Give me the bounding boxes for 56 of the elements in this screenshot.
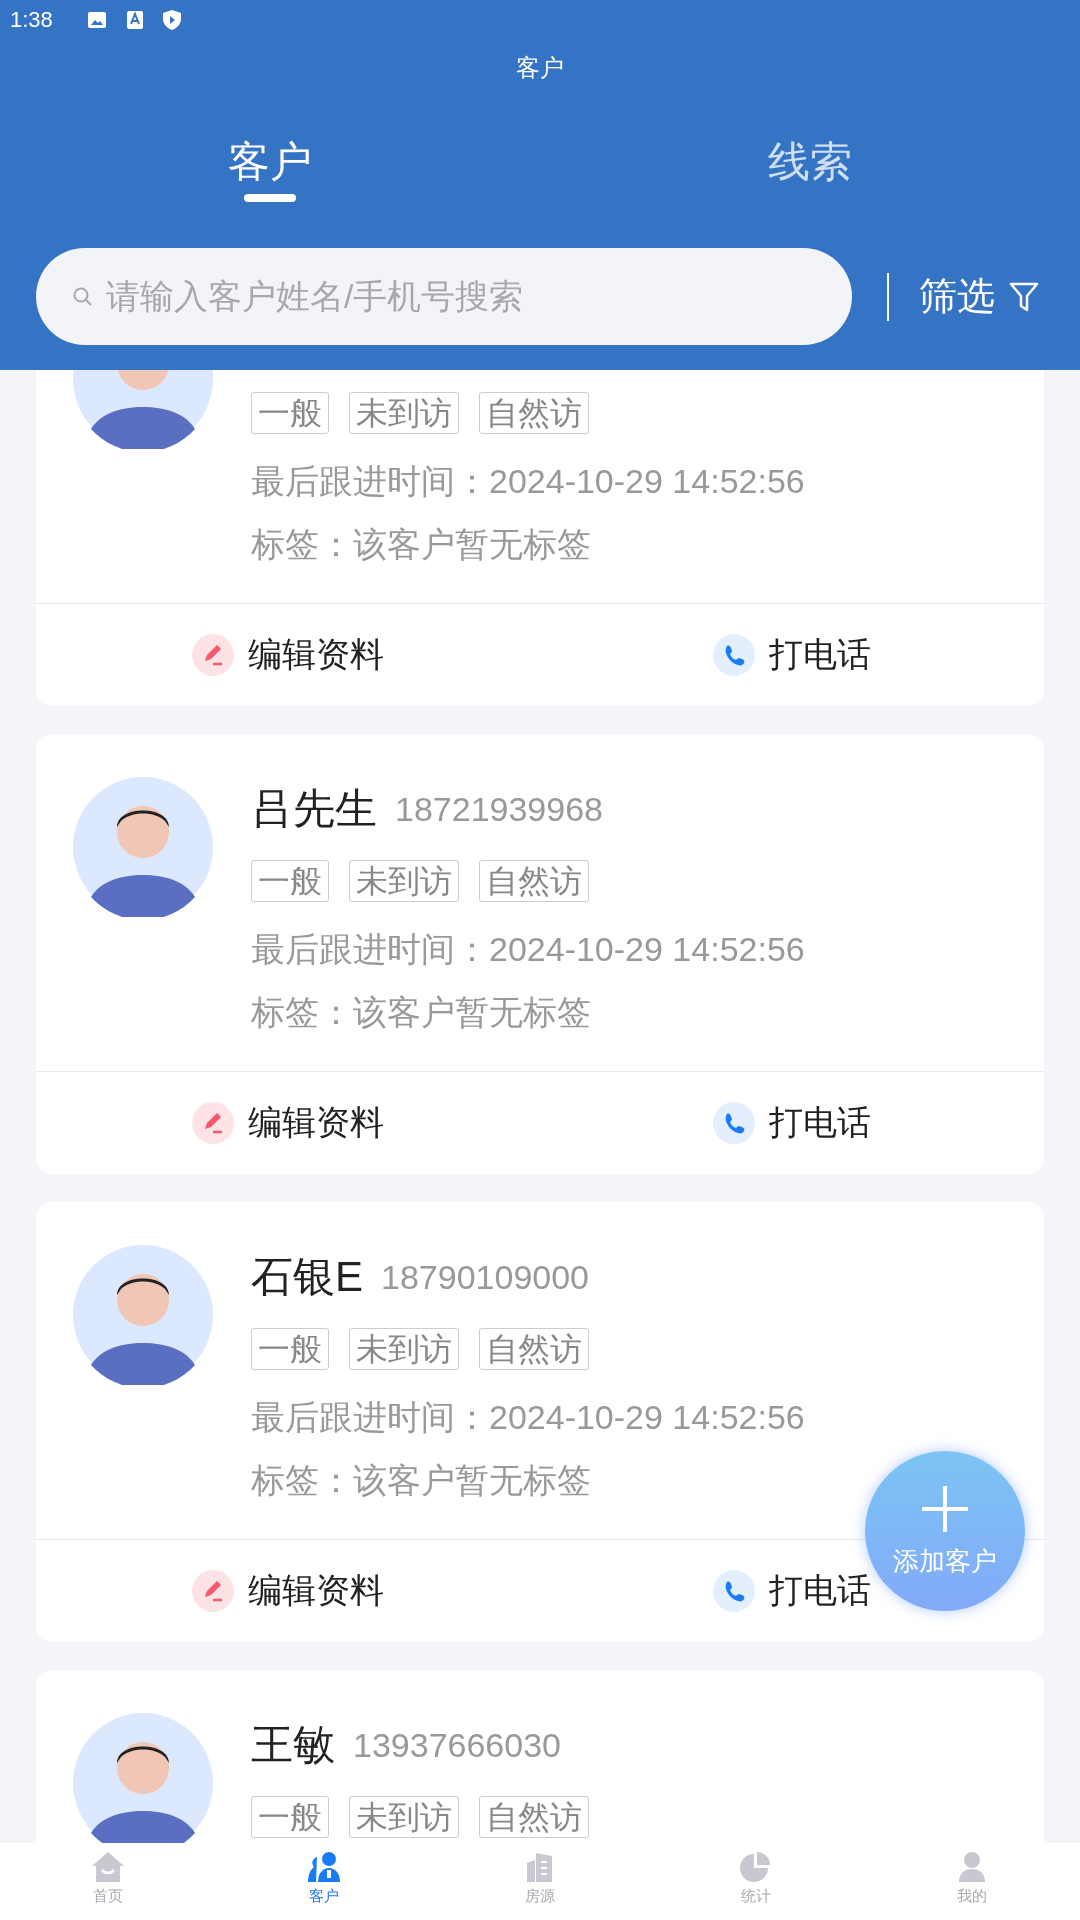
tag: 自然访 bbox=[479, 860, 589, 902]
phone-icon bbox=[713, 1570, 755, 1612]
tag: 一般 bbox=[251, 392, 329, 434]
tag: 自然访 bbox=[479, 1796, 589, 1838]
tag: 自然访 bbox=[479, 1328, 589, 1370]
customer-name: 吕先生 bbox=[251, 784, 377, 834]
customer-card[interactable]: 吕先生 18721939968 一般 未到访 自然访 最后跟进时间：2024-10-29 14:52:56 标签：该客户暂无标签 编辑资料 打电话 bbox=[36, 734, 1044, 1174]
tag: 未到访 bbox=[349, 1328, 459, 1370]
tag: 一般 bbox=[251, 1796, 329, 1838]
status-time: 1:38 bbox=[10, 7, 53, 33]
customer-name: 王敏 bbox=[251, 1720, 335, 1770]
people-icon bbox=[307, 1851, 341, 1883]
call-button[interactable]: 打电话 bbox=[540, 1100, 1044, 1146]
last-follow-up: 最后跟进时间：2024-10-29 14:52:56 bbox=[251, 461, 805, 502]
pencil-icon bbox=[192, 1570, 234, 1612]
tag: 未到访 bbox=[349, 1796, 459, 1838]
tag: 一般 bbox=[251, 860, 329, 902]
label-text: 标签：该客户暂无标签 bbox=[251, 524, 592, 565]
phone-number: 18790109000 bbox=[381, 1257, 590, 1297]
funnel-icon bbox=[1009, 280, 1039, 313]
tag: 自然访 bbox=[479, 392, 589, 434]
customer-name: 石银E bbox=[251, 1252, 363, 1302]
pencil-icon bbox=[192, 634, 234, 676]
tag: 未到访 bbox=[349, 860, 459, 902]
search-field[interactable]: 请输入客户姓名/手机号搜索 bbox=[36, 248, 852, 345]
plus-icon bbox=[920, 1483, 970, 1534]
phone-number: 18721939968 bbox=[395, 789, 603, 829]
customer-card[interactable]: 王敏 13937666030 一般 未到访 自然访 bbox=[36, 1670, 1044, 1843]
shield-icon bbox=[162, 10, 181, 30]
avatar-icon bbox=[73, 777, 213, 917]
avatar-icon bbox=[73, 1245, 213, 1385]
image-icon bbox=[86, 11, 107, 29]
tab[interactable]: 线索 bbox=[540, 132, 1080, 202]
pencil-icon bbox=[192, 1102, 234, 1144]
customer-card[interactable]: 一般 未到访 自然访 最后跟进时间：2024-10-29 14:52:56 标签：该客户暂无标签 编辑资料 打电话 bbox=[36, 370, 1044, 706]
edit-button[interactable]: 编辑资料 bbox=[36, 632, 540, 678]
page-title: 客户 bbox=[515, 53, 565, 83]
house-icon bbox=[91, 1851, 125, 1883]
phone-number: 13937666030 bbox=[353, 1725, 561, 1765]
pie-chart-icon bbox=[739, 1851, 773, 1883]
tag: 一般 bbox=[251, 1328, 329, 1370]
last-follow-up: 最后跟进时间：2024-10-29 14:52:56 bbox=[251, 929, 805, 970]
label-text: 标签：该客户暂无标签 bbox=[251, 992, 592, 1033]
avatar-icon bbox=[73, 1713, 213, 1843]
call-button[interactable]: 打电话 bbox=[540, 632, 1044, 678]
tag: 未到访 bbox=[349, 392, 459, 434]
label-text: 标签：该客户暂无标签 bbox=[251, 1460, 592, 1501]
phone-icon bbox=[713, 634, 755, 676]
font-icon bbox=[126, 11, 143, 29]
last-follow-up: 最后跟进时间：2024-10-29 14:52:56 bbox=[251, 1397, 805, 1438]
tab[interactable]: 客户 bbox=[0, 132, 540, 202]
edit-button[interactable]: 编辑资料 bbox=[36, 1568, 540, 1614]
phone-icon bbox=[713, 1102, 755, 1144]
nav-item[interactable]: 客户 bbox=[216, 1843, 432, 1920]
edit-button[interactable]: 编辑资料 bbox=[36, 1100, 540, 1146]
filter-button[interactable]: 筛选 bbox=[919, 271, 1039, 322]
